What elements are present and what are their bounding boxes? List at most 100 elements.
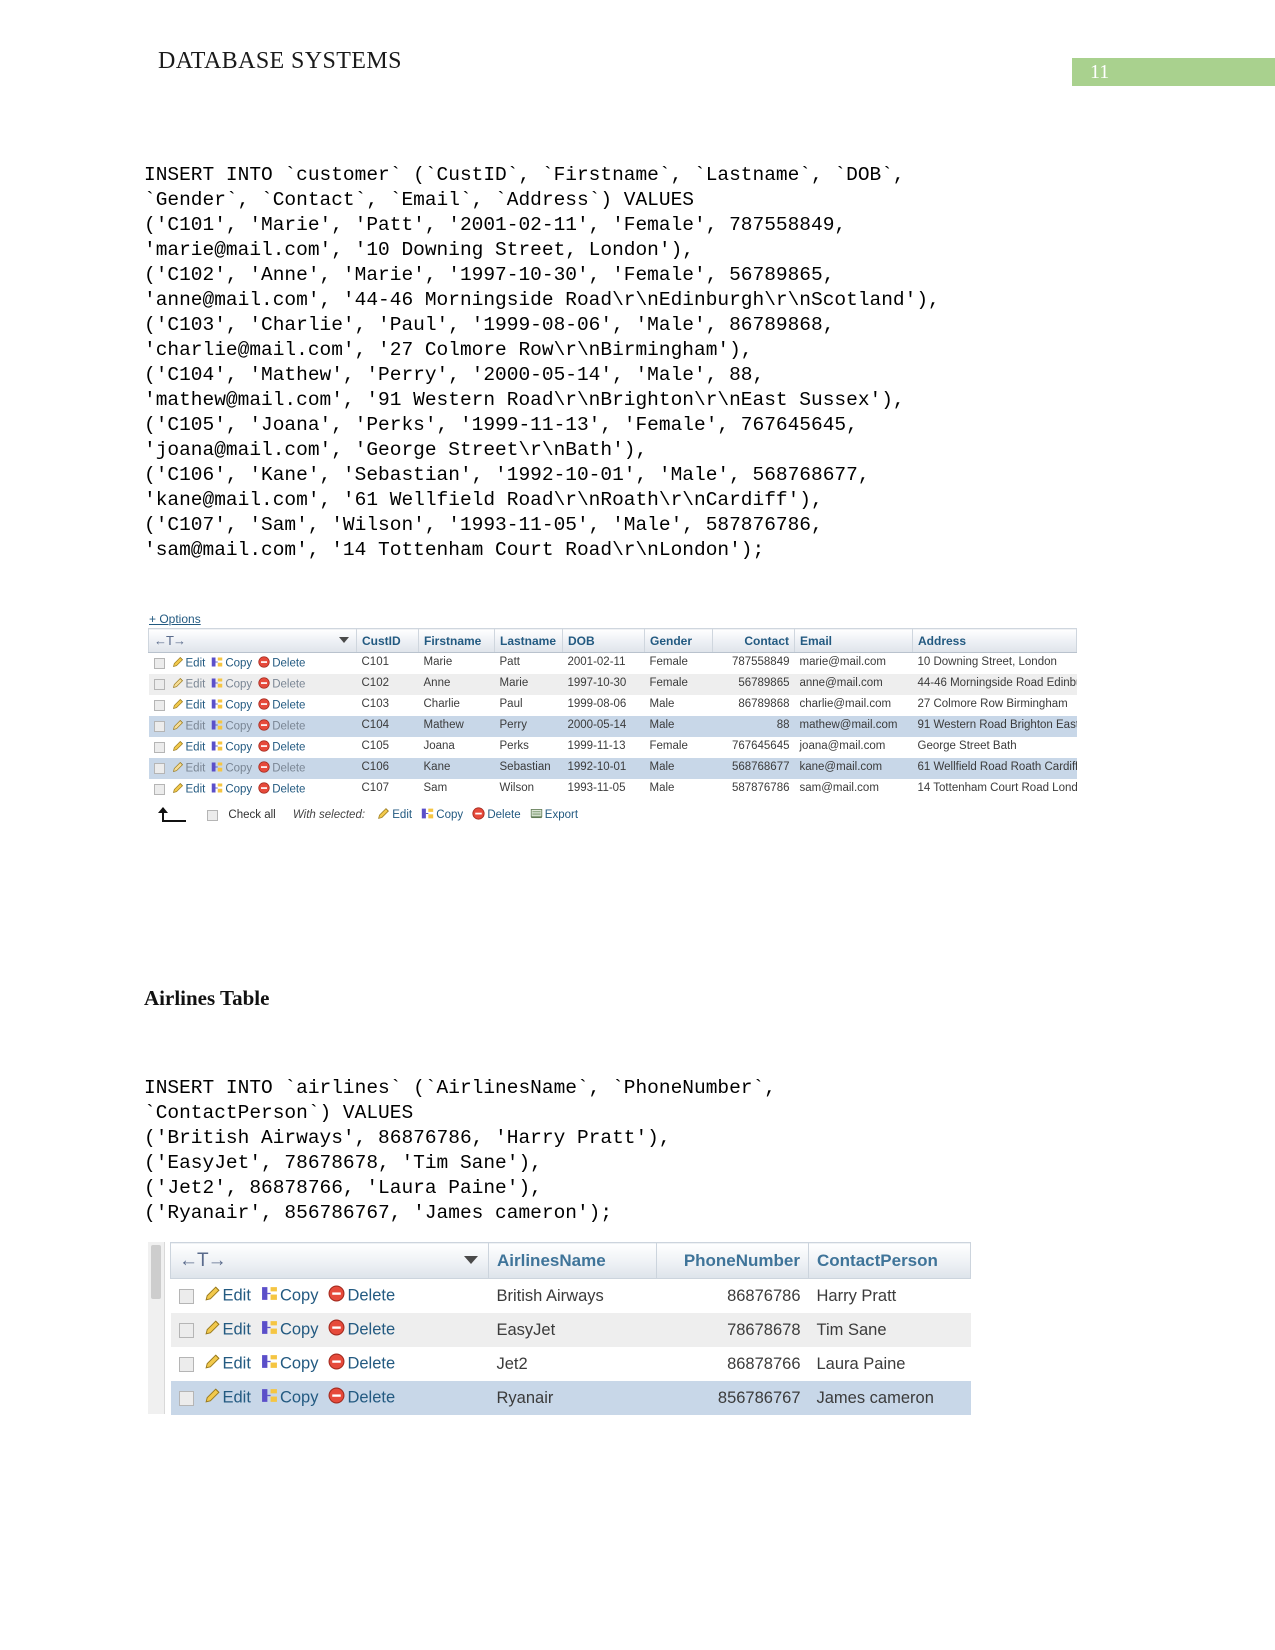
row-delete-label[interactable]: Delete	[347, 1355, 395, 1373]
chevron-down-icon[interactable]	[339, 637, 349, 643]
row-copy-label[interactable]: Copy	[280, 1287, 319, 1305]
vertical-scrollbar[interactable]	[148, 1242, 165, 1414]
row-actions-cell[interactable]: Edit Copy Delete	[170, 1313, 489, 1347]
row-select-checkbox[interactable]	[153, 658, 165, 669]
row-nav-arrows[interactable]: ←T→	[154, 633, 186, 648]
column-header-custid[interactable]: CustID	[356, 628, 419, 653]
row-select-checkbox[interactable]	[178, 1322, 194, 1338]
row-edit-label[interactable]: Edit	[186, 700, 206, 712]
footer-copy-label[interactable]: Copy	[436, 809, 463, 821]
row-delete-label[interactable]: Delete	[347, 1321, 395, 1339]
row-copy-label[interactable]: Copy	[225, 784, 252, 796]
row-copy-action[interactable]: Copy	[211, 719, 252, 734]
row-copy-label[interactable]: Copy	[225, 721, 252, 733]
row-edit-label[interactable]: Edit	[223, 1355, 251, 1373]
footer-edit-label[interactable]: Edit	[392, 809, 412, 821]
row-select-checkbox[interactable]	[153, 784, 165, 795]
row-select-checkbox[interactable]	[153, 742, 165, 753]
table-row[interactable]: Edit Copy Delete C105 Joana Perks 1999-11-13 Fe…	[148, 737, 1077, 758]
row-actions-cell[interactable]: Edit Copy Delete	[148, 674, 357, 695]
row-delete-action[interactable]: Delete	[258, 677, 305, 692]
row-edit-label[interactable]: Edit	[223, 1321, 251, 1339]
row-edit-label[interactable]: Edit	[186, 784, 206, 796]
row-actions-cell[interactable]: Edit Copy Delete	[148, 695, 357, 716]
table-row[interactable]: Edit Copy Delete C106 Kane Sebastian 1992-10-0…	[148, 758, 1077, 779]
row-delete-label[interactable]: Delete	[272, 742, 305, 754]
row-copy-action[interactable]: Copy	[211, 698, 252, 713]
row-select-checkbox[interactable]	[153, 763, 165, 774]
row-edit-action[interactable]: Edit	[172, 761, 205, 776]
options-toggle-link[interactable]: + Options	[148, 612, 201, 626]
row-select-checkbox[interactable]	[178, 1356, 194, 1372]
check-all-checkbox[interactable]	[207, 809, 219, 821]
table-row[interactable]: Edit Copy Delete British Airways 86876786 Har…	[170, 1278, 971, 1313]
check-all-label[interactable]: Check all	[228, 809, 275, 821]
row-actions-cell[interactable]: Edit Copy Delete	[148, 779, 357, 800]
row-copy-label[interactable]: Copy	[280, 1321, 319, 1339]
row-delete-action[interactable]: Delete	[258, 656, 305, 671]
row-copy-action[interactable]: Copy	[261, 1285, 319, 1307]
row-edit-label[interactable]: Edit	[223, 1389, 251, 1407]
row-delete-action[interactable]: Delete	[328, 1387, 395, 1409]
row-delete-label[interactable]: Delete	[272, 679, 305, 691]
row-copy-action[interactable]: Copy	[261, 1319, 319, 1341]
row-copy-action[interactable]: Copy	[261, 1387, 319, 1409]
row-delete-label[interactable]: Delete	[272, 721, 305, 733]
column-header-contact[interactable]: Contact	[712, 628, 795, 653]
row-delete-action[interactable]: Delete	[328, 1353, 395, 1375]
row-delete-action[interactable]: Delete	[258, 761, 305, 776]
row-actions-cell[interactable]: Edit Copy Delete	[148, 716, 357, 737]
row-delete-label[interactable]: Delete	[272, 763, 305, 775]
row-edit-action[interactable]: Edit	[172, 719, 205, 734]
footer-export-action[interactable]: Export	[530, 807, 578, 823]
table-row[interactable]: Edit Copy Delete Ryanair 856786767 James came…	[170, 1381, 971, 1415]
row-copy-action[interactable]: Copy	[211, 782, 252, 797]
row-copy-label[interactable]: Copy	[280, 1389, 319, 1407]
column-header-contactperson[interactable]: ContactPerson	[808, 1242, 971, 1279]
table-row[interactable]: Edit Copy Delete EasyJet 78678678 Tim Sane	[170, 1313, 971, 1347]
row-copy-action[interactable]: Copy	[261, 1353, 318, 1375]
row-copy-label[interactable]: Copy	[225, 679, 252, 691]
row-delete-action[interactable]: Delete	[258, 698, 305, 713]
scrollbar-thumb[interactable]	[151, 1245, 161, 1299]
footer-delete-label[interactable]: Delete	[487, 809, 520, 821]
row-copy-action[interactable]: Copy	[211, 677, 252, 692]
row-edit-action[interactable]: Edit	[204, 1319, 251, 1341]
row-edit-action[interactable]: Edit	[204, 1285, 251, 1307]
row-actions-cell[interactable]: Edit Copy Delete	[148, 758, 357, 779]
row-edit-action[interactable]: Edit	[172, 698, 206, 713]
table-row[interactable]: Edit Copy Delete Jet2 86878766 Laura Paine	[170, 1347, 971, 1381]
row-edit-action[interactable]: Edit	[172, 677, 206, 692]
column-header-airlinesname[interactable]: AirlinesName	[488, 1242, 657, 1279]
row-copy-action[interactable]: Copy	[211, 740, 252, 755]
footer-delete-action[interactable]: Delete	[472, 807, 521, 823]
row-edit-label[interactable]: Edit	[186, 658, 206, 670]
row-delete-label[interactable]: Delete	[347, 1389, 395, 1407]
table-row[interactable]: Edit Copy Delete C101 Marie Patt 2001-02-11 Fem…	[148, 652, 1077, 674]
table-row[interactable]: Edit Copy Delete C103 Charlie Paul 1999-08-06 M…	[148, 695, 1077, 716]
row-select-checkbox[interactable]	[153, 700, 165, 711]
row-delete-label[interactable]: Delete	[347, 1287, 395, 1305]
row-delete-action[interactable]: Delete	[258, 782, 305, 797]
column-header-address[interactable]: Address	[912, 628, 1077, 653]
table-row[interactable]: Edit Copy Delete C107 Sam Wilson 1993-11-05 Mal…	[148, 779, 1077, 800]
airlines-row-navigation-header[interactable]: ←T→	[170, 1242, 489, 1279]
row-edit-label[interactable]: Edit	[223, 1287, 251, 1305]
row-copy-label[interactable]: Copy	[225, 658, 252, 670]
row-edit-action[interactable]: Edit	[204, 1387, 251, 1409]
row-edit-action[interactable]: Edit	[172, 740, 205, 755]
row-actions-cell[interactable]: Edit Copy Delete	[148, 737, 357, 758]
footer-copy-action[interactable]: Copy	[421, 807, 463, 823]
row-edit-label[interactable]: Edit	[186, 679, 206, 691]
row-copy-label[interactable]: Copy	[225, 742, 252, 754]
row-navigation-header[interactable]: ←T→	[148, 628, 357, 653]
row-actions-cell[interactable]: Edit Copy Delete	[170, 1347, 489, 1381]
row-actions-cell[interactable]: Edit Copy Delete	[148, 652, 357, 674]
row-edit-action[interactable]: Edit	[204, 1353, 251, 1375]
row-actions-cell[interactable]: Edit Copy Delete	[170, 1278, 489, 1313]
row-delete-label[interactable]: Delete	[272, 784, 305, 796]
footer-export-label[interactable]: Export	[545, 809, 578, 821]
row-edit-action[interactable]: Edit	[172, 782, 206, 797]
table-row[interactable]: Edit Copy Delete C102 Anne Marie 1997-10-30 Fem…	[148, 674, 1077, 695]
column-header-dob[interactable]: DOB	[562, 628, 645, 653]
